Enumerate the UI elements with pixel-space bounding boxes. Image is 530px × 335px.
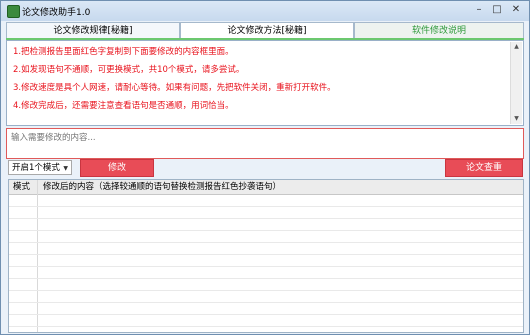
table-row[interactable]: [9, 219, 523, 231]
column-header-content[interactable]: 修改后的内容（选择较通顺的语句替换检测报告红色抄袭语句）: [39, 180, 281, 194]
mode-select-value: 开启1个模式: [12, 163, 60, 173]
table-row[interactable]: [9, 243, 523, 255]
table-header: 模式 修改后的内容（选择较通顺的语句替换检测报告红色抄袭语句）: [9, 180, 523, 195]
table-row[interactable]: [9, 231, 523, 243]
table-row[interactable]: [9, 207, 523, 219]
content-input[interactable]: [7, 129, 523, 156]
instruction-line-4: 4.修改完成后，还需要注意查看语句是否通顺，用词恰当。: [13, 101, 234, 111]
maximize-icon[interactable]: □: [489, 3, 505, 17]
chevron-down-icon: ▼: [63, 165, 68, 172]
scroll-down-icon[interactable]: ▼: [511, 114, 522, 124]
app-window: 论文修改助手1.0 – □ ✕ 论文修改规律[秘籍] 论文修改方法[秘籍] 软件…: [0, 0, 530, 335]
tab-bar: 论文修改规律[秘籍] 论文修改方法[秘籍] 软件修改说明: [6, 22, 524, 40]
recheck-button[interactable]: 论文查重: [445, 159, 523, 177]
modify-button[interactable]: 修改: [80, 159, 154, 177]
instruction-line-3: 3.修改速度是具个人网速，请耐心等待。如果有问题，先把软件关闭，重新打开软件。: [13, 83, 336, 93]
instructions-panel: 1.把检测报告里面红色字复制到下面要修改的内容框里面。 2.如发现语句不通顺，可…: [6, 40, 524, 126]
content-input-container: [6, 128, 524, 159]
table-row[interactable]: [9, 303, 523, 315]
scroll-up-icon[interactable]: ▲: [511, 42, 522, 52]
close-icon[interactable]: ✕: [508, 3, 524, 17]
app-icon: [7, 5, 20, 18]
window-title: 论文修改助手1.0: [22, 8, 91, 18]
table-row[interactable]: [9, 315, 523, 327]
column-header-mode[interactable]: 模式: [9, 180, 37, 194]
title-bar: 论文修改助手1.0 – □ ✕: [1, 1, 529, 21]
table-row[interactable]: [9, 279, 523, 291]
instruction-line-1: 1.把检测报告里面红色字复制到下面要修改的内容框里面。: [13, 47, 234, 57]
instruction-line-2: 2.如发现语句不通顺，可更换模式，共10个模式，请多尝试。: [13, 65, 245, 75]
minimize-icon[interactable]: –: [471, 3, 487, 17]
vertical-scrollbar[interactable]: ▲ ▼: [510, 42, 522, 124]
table-row[interactable]: [9, 267, 523, 279]
table-row[interactable]: [9, 291, 523, 303]
results-table: 模式 修改后的内容（选择较通顺的语句替换检测报告红色抄袭语句）: [8, 179, 524, 333]
table-row[interactable]: [9, 195, 523, 207]
table-row[interactable]: [9, 255, 523, 267]
mode-select[interactable]: 开启1个模式 ▼: [8, 160, 72, 175]
